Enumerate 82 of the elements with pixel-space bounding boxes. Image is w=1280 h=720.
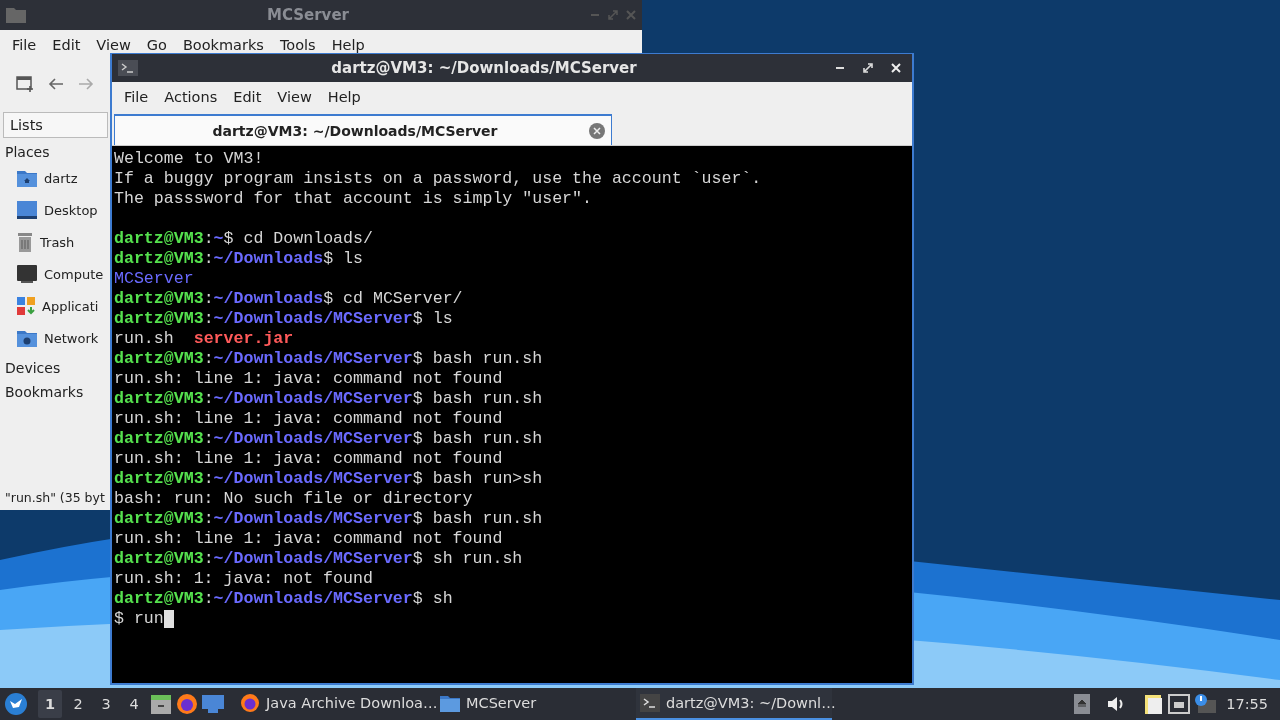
terminal-line: run.sh: line 1: java: command not found <box>114 529 503 549</box>
sidebar-section-heading[interactable]: Bookmarks <box>3 378 86 402</box>
terminal-line: dartz@VM3:~/Downloads/MCServer$ bash run.sh <box>114 509 543 529</box>
terminal-icon <box>640 694 660 712</box>
trash-icon <box>17 232 33 252</box>
sidebar-section-heading[interactable]: Devices <box>3 354 63 378</box>
workspace-button[interactable]: 3 <box>94 690 118 718</box>
menu-item[interactable]: Go <box>138 37 175 53</box>
close-button[interactable] <box>891 63 901 73</box>
browser-icon <box>240 693 260 713</box>
menu-item[interactable]: View <box>88 37 139 53</box>
sidebar-section-heading[interactable]: Places <box>3 138 52 162</box>
browser-icon[interactable] <box>176 693 198 715</box>
menu-item[interactable]: Edit <box>225 89 270 105</box>
menu-item[interactable]: Tools <box>271 37 324 53</box>
clipboard-icon[interactable] <box>1144 693 1165 715</box>
terminal-line: $ run <box>114 609 164 629</box>
terminal-line: run.sh: line 1: java: command not found <box>114 409 503 429</box>
window-title: dartz@VM3: ~/Downloads/MCServer <box>330 59 638 77</box>
terminal-line: bash: run: No such file or directory <box>114 489 473 509</box>
terminal-line: dartz@VM3:~/Downloads/MCServer$ sh run.sh <box>114 549 523 569</box>
terminal-line: dartz@VM3:~/Downloads/MCServer$ sh <box>114 589 453 609</box>
terminal-tab[interactable]: dartz@VM3: ~/Downloads/MCServer <box>114 114 612 145</box>
sidebar-item[interactable]: Desktop <box>44 202 98 218</box>
close-tab-icon[interactable] <box>589 122 605 139</box>
menu-item[interactable]: Help <box>323 37 373 53</box>
terminal-icon <box>118 60 138 76</box>
clock[interactable]: 17:55 <box>1220 696 1276 712</box>
menu-item[interactable]: File <box>116 89 157 105</box>
sidebar-item[interactable]: dartz <box>44 170 78 186</box>
back-arrow-icon[interactable] <box>48 77 64 91</box>
sidebar-item[interactable]: Network <box>44 330 99 346</box>
close-icon <box>626 10 636 20</box>
maximize-icon <box>608 10 618 20</box>
menu-item[interactable]: View <box>269 89 320 105</box>
computer-icon <box>17 265 37 283</box>
folder-icon <box>6 7 26 23</box>
terminal-line: MCServer <box>114 269 194 289</box>
network-icon[interactable] <box>1168 694 1191 714</box>
sidebar-item[interactable]: Compute <box>44 266 104 282</box>
terminal-line: The passsword for that account is simply "user". <box>114 189 592 209</box>
folder-icon <box>440 694 460 712</box>
taskbar-task[interactable]: MCServer <box>436 688 632 720</box>
notification-icon[interactable] <box>1194 694 1217 714</box>
workspace-button[interactable]: 2 <box>66 690 90 718</box>
menu-item[interactable]: File <box>4 37 45 53</box>
terminal-line: run.sh: 1: java: not found <box>114 569 373 589</box>
file-cabinet-icon[interactable] <box>150 693 172 715</box>
terminal-line: Welcome to VM3! <box>114 149 264 169</box>
taskbar-task[interactable]: dartz@VM3: ~/Downl… <box>636 688 832 720</box>
terminal-line: dartz@VM3:~/Downloads$ cd MCServer/ <box>114 289 463 309</box>
bird-logo-icon[interactable] <box>4 692 28 716</box>
terminal-line: dartz@VM3:~/Downloads/MCServer$ bash run.sh <box>114 389 543 409</box>
terminal-line: run.sh server.jar <box>114 329 294 349</box>
terminal-line: dartz@VM3:~/Downloads$ ls <box>114 249 363 269</box>
terminal-line: dartz@VM3:~/Downloads/MCServer$ bash run.sh <box>114 429 543 449</box>
sidebar-item[interactable]: Applicati <box>42 298 99 314</box>
sidebar-tab[interactable]: Lists <box>3 112 108 138</box>
desktop-icon[interactable] <box>202 695 224 713</box>
eject-icon[interactable] <box>1074 694 1091 714</box>
network-folder-icon <box>17 329 37 347</box>
status-text: "run.sh" (35 byt <box>4 488 105 507</box>
terminal-line: run.sh: line 1: java: command not found <box>114 369 503 389</box>
terminal-line: If a buggy program insists on a password, use the account `user`. <box>114 169 762 189</box>
desktop-icon <box>17 201 37 219</box>
maximize-button[interactable] <box>863 63 873 73</box>
menu-item[interactable]: Bookmarks <box>174 37 272 53</box>
workspace-button[interactable]: 1 <box>38 690 62 718</box>
menu-item[interactable]: Actions <box>156 89 226 105</box>
window-title: MCServer <box>266 6 350 24</box>
terminal-line: dartz@VM3:~$ cd Downloads/ <box>114 229 373 249</box>
menu-item[interactable]: Edit <box>44 37 89 53</box>
applications-icon <box>17 297 35 315</box>
terminal-line: run.sh: line 1: java: command not found <box>114 449 503 469</box>
menu-item[interactable]: Help <box>319 89 369 105</box>
terminal-line: dartz@VM3:~/Downloads/MCServer$ ls <box>114 309 453 329</box>
terminal-line: dartz@VM3:~/Downloads/MCServer$ bash run.sh <box>114 349 543 369</box>
workspace-button[interactable]: 4 <box>122 690 146 718</box>
home-folder-icon <box>17 169 37 187</box>
new-tab-icon[interactable] <box>16 75 34 93</box>
terminal-line: dartz@VM3:~/Downloads/MCServer$ bash run>sh <box>114 469 543 489</box>
sidebar-item[interactable]: Trash <box>40 234 75 250</box>
